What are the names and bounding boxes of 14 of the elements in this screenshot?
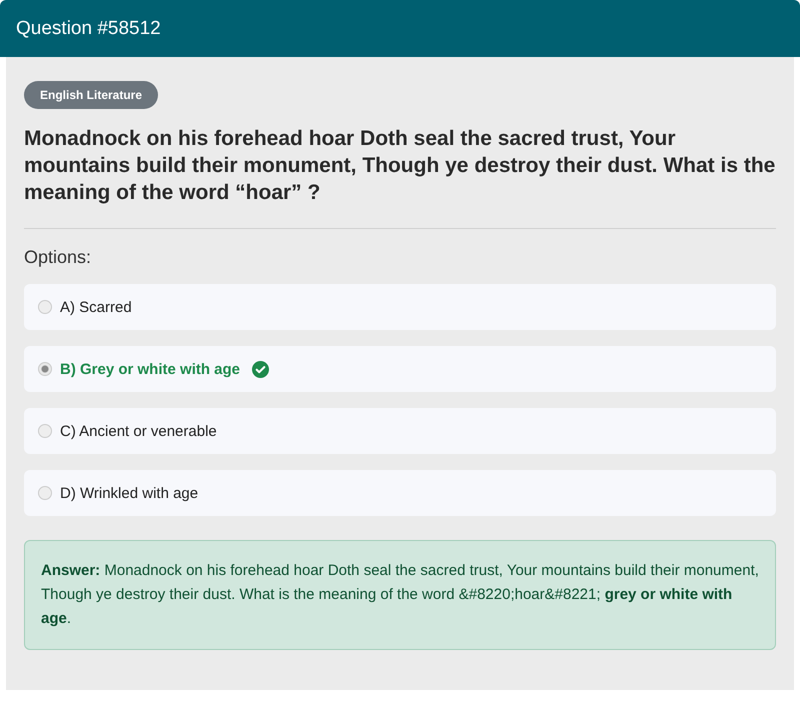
answer-text: Answer: Monadnock on his forehead hoar Doth seal the sacred trust, Your mountains build their monument, Though ye destroy their dust. What is the meaning of the word &#8220;hoar&#8221; grey or white with age.	[41, 561, 759, 629]
question-title: Question #58512	[16, 18, 161, 40]
option-item[interactable]: D) Wrinkled with age	[24, 470, 776, 516]
radio-button[interactable]	[38, 300, 52, 314]
radio-button[interactable]	[38, 486, 52, 500]
radio-button[interactable]	[38, 424, 52, 438]
option-item[interactable]: B) Grey or white with age	[24, 346, 776, 392]
category-badge: English Literature	[24, 81, 158, 109]
radio-button[interactable]	[38, 362, 52, 376]
option-item[interactable]: A) Scarred	[24, 284, 776, 330]
question-text: Monadnock on his forehead hoar Doth seal the sacred trust, Your mountains build their monument, Though ye destroy their dust. What is the meaning of the word “hoar” ?	[24, 126, 776, 206]
check-icon	[252, 360, 270, 378]
option-item[interactable]: C) Ancient or venerable	[24, 408, 776, 454]
options-label: Options:	[24, 247, 92, 268]
